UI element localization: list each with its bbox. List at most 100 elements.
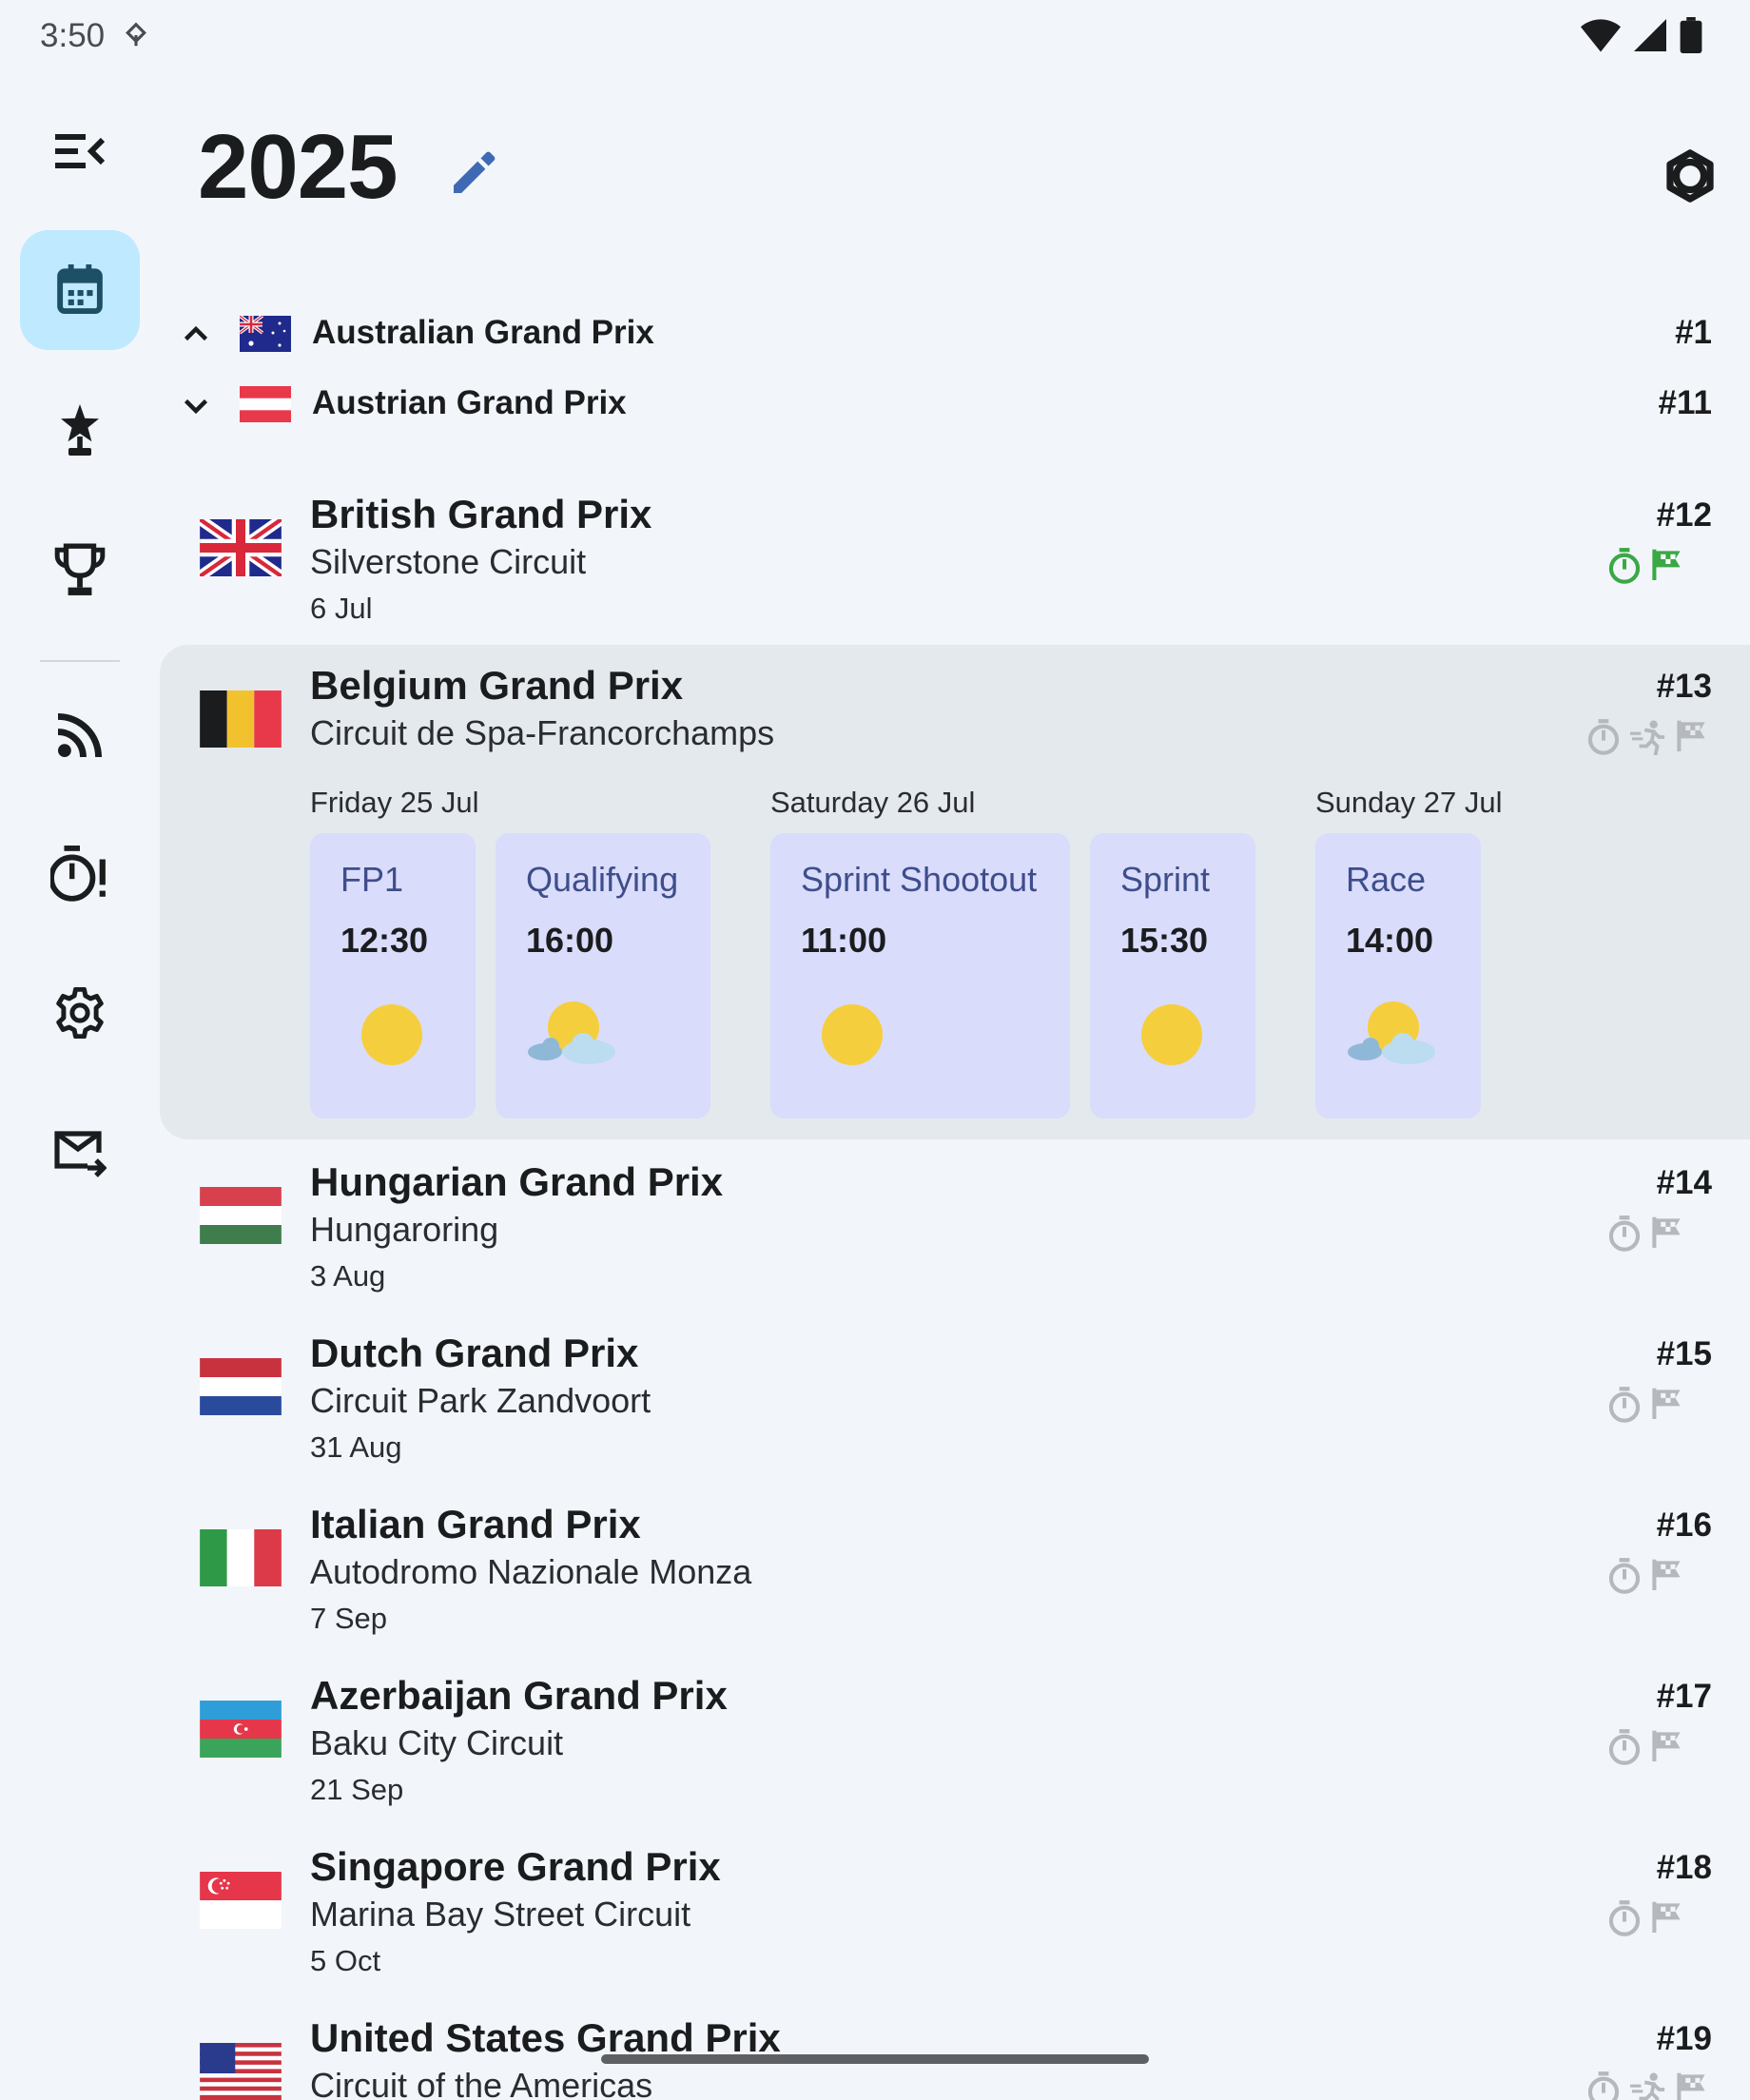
alarm-icon (122, 21, 150, 49)
flag-netherlands (200, 1358, 282, 1415)
wifi-icon (1581, 19, 1621, 52)
race-date: 3 Aug (310, 1259, 386, 1293)
race-round: #1 (1675, 314, 1712, 351)
race-flag-icon (1652, 1388, 1681, 1419)
race-round: #11 (1658, 384, 1712, 421)
flag-usa (200, 2043, 282, 2100)
trophy-icon (54, 543, 106, 595)
mail-forward-icon (54, 1131, 107, 1177)
race-round: #16 (1656, 1507, 1712, 1544)
sprint-runner-icon (1630, 720, 1665, 755)
race-round: #15 (1656, 1335, 1712, 1372)
race-name: Singapore Grand Prix (310, 1844, 721, 1889)
flag-austria (240, 386, 291, 422)
home-indicator[interactable] (601, 2054, 1149, 2064)
race-circuit: Circuit of the Americas (310, 2066, 653, 2100)
flag-belgium (200, 690, 282, 748)
session-name: Sprint Shootout (801, 860, 1038, 899)
race-flag-icon (1652, 1730, 1681, 1761)
race-date: 31 Aug (310, 1430, 402, 1464)
session-time: 14:00 (1346, 921, 1434, 960)
partly-cloudy-icon (528, 1001, 615, 1064)
flag-singapore (200, 1872, 282, 1929)
session-card-fp1[interactable]: FP1 12:30 (310, 833, 476, 1118)
star-trophy-icon (61, 404, 99, 456)
flag-uk (200, 519, 282, 576)
day-label-friday: Friday 25 Jul (310, 786, 479, 819)
page-title: 2025 (198, 116, 399, 218)
race-name: Dutch Grand Prix (310, 1331, 639, 1375)
race-row-british[interactable]: British Grand Prix Silverstone Circuit 6… (162, 491, 1712, 652)
race-round: #18 (1656, 1849, 1712, 1886)
flag-australia (240, 316, 291, 352)
nav-feedback[interactable] (20, 1094, 140, 1214)
sunny-icon (1141, 1004, 1202, 1065)
session-card-sprint-shootout[interactable]: Sprint Shootout 11:00 (770, 833, 1070, 1118)
nav-driver-standings[interactable] (20, 371, 140, 491)
flag-hungary (200, 1187, 282, 1244)
race-row-azerbaijan[interactable]: Azerbaijan Grand Prix Baku City Circuit … (162, 1672, 1712, 1834)
sunny-icon (822, 1004, 883, 1065)
race-name: Azerbaijan Grand Prix (310, 1673, 728, 1718)
race-date: 5 Oct (310, 1944, 381, 1977)
rail-divider (40, 660, 120, 662)
rss-feed-icon (58, 713, 102, 757)
partly-cloudy-icon (1348, 1001, 1435, 1064)
day-label-saturday: Saturday 26 Jul (770, 786, 976, 819)
race-date: 21 Sep (310, 1773, 404, 1806)
calendar-icon (57, 264, 103, 315)
timer-alert-icon (50, 846, 106, 902)
race-round: #12 (1656, 496, 1712, 534)
flag-italy (200, 1529, 282, 1586)
race-row-hungarian[interactable]: Hungarian Grand Prix Hungaroring 3 Aug #… (162, 1158, 1712, 1320)
race-row-singapore[interactable]: Singapore Grand Prix Marina Bay Street C… (162, 1843, 1712, 2005)
race-round: #14 (1656, 1164, 1712, 1201)
qualifying-timer-icon (1587, 719, 1620, 755)
race-round: #17 (1656, 1678, 1712, 1715)
session-name: Sprint (1120, 860, 1211, 899)
qualifying-timer-icon (1587, 2071, 1620, 2100)
nav-constructor-standings[interactable] (20, 510, 140, 630)
session-name: FP1 (340, 860, 404, 899)
gear-icon (56, 987, 104, 1039)
menu-collapse-button[interactable] (20, 91, 140, 211)
season-options-button[interactable] (1662, 148, 1718, 204)
collapsed-race-austria[interactable]: Austrian Grand Prix #11 (171, 371, 1712, 438)
session-card-qualifying[interactable]: Qualifying 16:00 (496, 833, 710, 1118)
race-row-dutch[interactable]: Dutch Grand Prix Circuit Park Zandvoort … (162, 1330, 1712, 1491)
race-circuit: Autodromo Nazionale Monza (310, 1552, 752, 1591)
race-name: Austrian Grand Prix (312, 384, 627, 421)
race-circuit: Baku City Circuit (310, 1723, 564, 1762)
session-name: Race (1346, 860, 1427, 899)
race-name: Hungarian Grand Prix (310, 1159, 724, 1204)
race-flag-icon (1652, 1216, 1681, 1248)
edit-season-button[interactable] (447, 146, 500, 200)
race-name: Italian Grand Prix (310, 1502, 641, 1546)
race-round: #13 (1656, 668, 1712, 705)
race-row-italian[interactable]: Italian Grand Prix Autodromo Nazionale M… (162, 1501, 1712, 1662)
qualifying-timer-icon (1608, 1215, 1641, 1252)
flag-azerbaijan (200, 1701, 282, 1758)
session-card-race[interactable]: Race 14:00 (1315, 833, 1481, 1118)
nav-live-timing[interactable] (20, 814, 140, 934)
qualifying-timer-icon (1608, 548, 1641, 584)
qualifying-timer-icon (1608, 1900, 1641, 1936)
race-flag-icon (1677, 720, 1705, 751)
day-label-sunday: Sunday 27 Jul (1315, 786, 1503, 819)
sunny-icon (361, 1004, 422, 1065)
race-name: Belgium Grand Prix (310, 663, 684, 708)
race-circuit: Circuit Park Zandvoort (310, 1381, 651, 1420)
status-icons (1581, 17, 1702, 53)
session-name: Qualifying (526, 860, 679, 899)
ring-icon (1666, 149, 1714, 203)
session-card-sprint[interactable]: Sprint 15:30 (1090, 833, 1255, 1118)
race-circuit: Circuit de Spa-Francorchamps (310, 713, 775, 752)
nav-news[interactable] (20, 675, 140, 795)
nav-settings[interactable] (20, 953, 140, 1073)
collapsed-race-australia[interactable]: Australian Grand Prix #1 (171, 301, 1712, 367)
status-time: 3:50 (40, 17, 106, 54)
nav-schedule[interactable] (20, 230, 140, 350)
race-round: #19 (1656, 2020, 1712, 2057)
session-time: 15:30 (1120, 921, 1209, 960)
session-time: 16:00 (526, 921, 614, 960)
